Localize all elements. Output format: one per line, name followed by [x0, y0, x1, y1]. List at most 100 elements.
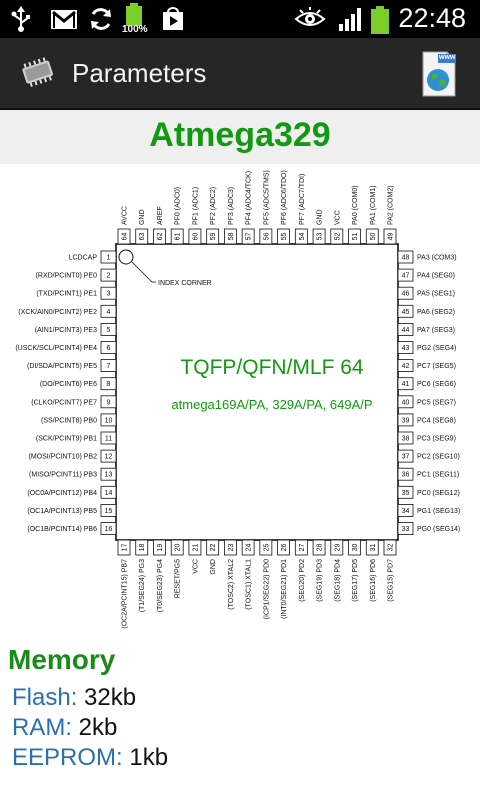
pin-number: 3: [107, 291, 111, 298]
pin-number: 23: [228, 544, 235, 552]
pin-number: 48: [402, 255, 410, 262]
pin-number: 43: [402, 345, 410, 352]
pin-label: (TOSC2) XTAL2: [228, 559, 235, 610]
package-label: TQFP/QFN/MLF 64: [180, 356, 364, 379]
pin-number: 29: [334, 544, 341, 552]
chip-title: Atmega329: [149, 116, 331, 154]
pin-label: (OC2A/PCINT15) PB7: [122, 559, 129, 629]
pin-number: 32: [388, 544, 395, 552]
memory-key: Flash:: [12, 684, 78, 711]
pin-label: (OC1A/PCINT13) PB5: [27, 508, 97, 515]
pin-label: (CLKO/PCINT7) PE7: [31, 399, 97, 406]
pin-number: 5: [107, 327, 111, 334]
pin-number: 9: [107, 399, 111, 406]
pin-number: 45: [402, 309, 410, 316]
pin-label: (SCK/PCINT9) PB1: [36, 436, 97, 443]
pin-number: 36: [402, 472, 410, 479]
pin-number: 44: [402, 327, 410, 334]
pin-number: 4: [107, 309, 111, 316]
pin-label: GND: [317, 209, 324, 225]
pin-label: GND: [139, 209, 146, 225]
pin-number: 39: [402, 417, 410, 424]
pin-number: 58: [228, 233, 235, 241]
pin-label: PC7 (SEG5): [417, 363, 456, 370]
memory-key: EEPROM:: [12, 744, 123, 771]
pin-label: LCDCAP: [69, 255, 98, 262]
pin-number: 20: [175, 544, 182, 552]
pin-label: (XCK/AIN0/PCINT2) PE2: [18, 309, 97, 316]
pin-number: 31: [370, 544, 377, 552]
sync-icon: [91, 8, 111, 30]
pin-number: 15: [105, 508, 113, 515]
pin-label: AVCC: [122, 206, 129, 225]
pin-label: (SEG20) PD2: [299, 559, 306, 602]
pin-number: 33: [402, 526, 410, 533]
pin-label: VCC: [192, 559, 199, 574]
play-store-icon: [163, 7, 183, 30]
pin-number: 49: [388, 233, 395, 241]
pin-label: RESET/PG5: [175, 559, 182, 598]
pinout-diagram: INDEX CORNER TQFP/QFN/MLF 64 atmega169A/PA…: [0, 164, 480, 638]
pin-label: PF5 (ADC5/TMS): [263, 170, 270, 225]
pin-label: PA7 (SEG3): [417, 327, 455, 334]
pin-label: (ICP1/SEG22) PD0: [263, 559, 270, 619]
pin-label: PF7 (ADC7/TDI): [299, 174, 306, 225]
pin-number: 6: [107, 345, 111, 352]
usb-icon: [11, 6, 30, 32]
pin-number: 16: [105, 526, 113, 533]
pin-label: (MOSI/PCINT10) PB2: [29, 454, 98, 461]
pin-number: 21: [192, 544, 199, 552]
status-bar: 100% 22:48: [0, 0, 480, 38]
variants-label: atmega169A/PA, 329A/PA, 649A/P: [171, 397, 372, 412]
pin-number: 51: [352, 233, 359, 241]
pin-label: (OC1B/PCINT14) PB6: [27, 526, 97, 533]
pin-label: (SEG15) PD7: [388, 559, 395, 602]
chip-icon[interactable]: [18, 56, 58, 90]
pin-number: 56: [263, 233, 270, 241]
pin-label: PF1 (ADC1): [192, 187, 199, 225]
pin-label: PA4 (SEG0): [417, 273, 455, 280]
pinout-svg: INDEX CORNER TQFP/QFN/MLF 64 atmega169A/PA…: [15, 170, 460, 629]
pin-label: PA5 (SEG1): [417, 291, 455, 298]
pin-number: 62: [157, 233, 164, 241]
pin-label: PC2 (SEG10): [417, 454, 460, 461]
web-globe-icon[interactable]: www: [420, 50, 458, 98]
pin-number: 54: [299, 233, 306, 241]
pin-number: 7: [107, 363, 111, 370]
pin-label: (DO/PCINT6) PE6: [40, 381, 97, 388]
pin-number: 47: [402, 273, 410, 280]
pin-number: 57: [246, 233, 253, 241]
pin-label: GND: [210, 559, 217, 575]
pin-label: (SS/PCINT8) PB0: [41, 417, 97, 424]
memory-value: 1kb: [129, 744, 169, 771]
pin-label: PF4 (ADC4/TCK): [246, 171, 253, 225]
pin-number: 64: [122, 233, 129, 241]
pin-label: PA1 (COM1): [370, 185, 377, 225]
pin-number: 42: [402, 363, 410, 370]
pin-label: (USCK/SCL/PCINT4) PE4: [15, 345, 97, 352]
battery-icon: [370, 6, 390, 34]
battery-percent-label: 100%: [122, 24, 148, 35]
pin-number: 12: [105, 454, 113, 461]
battery-small-icon: 100%: [122, 3, 148, 37]
pin-label: PC6 (SEG6): [417, 381, 456, 388]
action-bar-title: Parameters: [72, 58, 207, 88]
pin-label: (AIN1/PCINT3) PE3: [35, 327, 97, 334]
pin-number: 27: [299, 544, 306, 552]
pin-label: (TXD/PCINT1) PE1: [36, 291, 97, 298]
pin-number: 24: [246, 544, 253, 552]
pin-number: 30: [352, 544, 359, 552]
pin-label: PC1 (SEG11): [417, 472, 459, 479]
pin-number: 41: [402, 381, 410, 388]
pin-label: PF0 (ADC0): [175, 187, 182, 225]
pin-label: PF2 (ADC2): [210, 187, 217, 225]
pin-label: PC0 (SEG12): [417, 490, 460, 497]
pin-number: 37: [402, 454, 410, 461]
pin-number: 63: [139, 233, 146, 241]
pin-label: (TOSC1) XTAL1: [246, 559, 253, 610]
memory-title: Memory: [8, 644, 116, 675]
pin-label: PG2 (SEG4): [417, 345, 456, 352]
pin-label: (T0/SEG23) PG4: [157, 559, 164, 612]
action-bar: Parameters www: [0, 38, 480, 110]
pin-number: 14: [105, 490, 113, 497]
